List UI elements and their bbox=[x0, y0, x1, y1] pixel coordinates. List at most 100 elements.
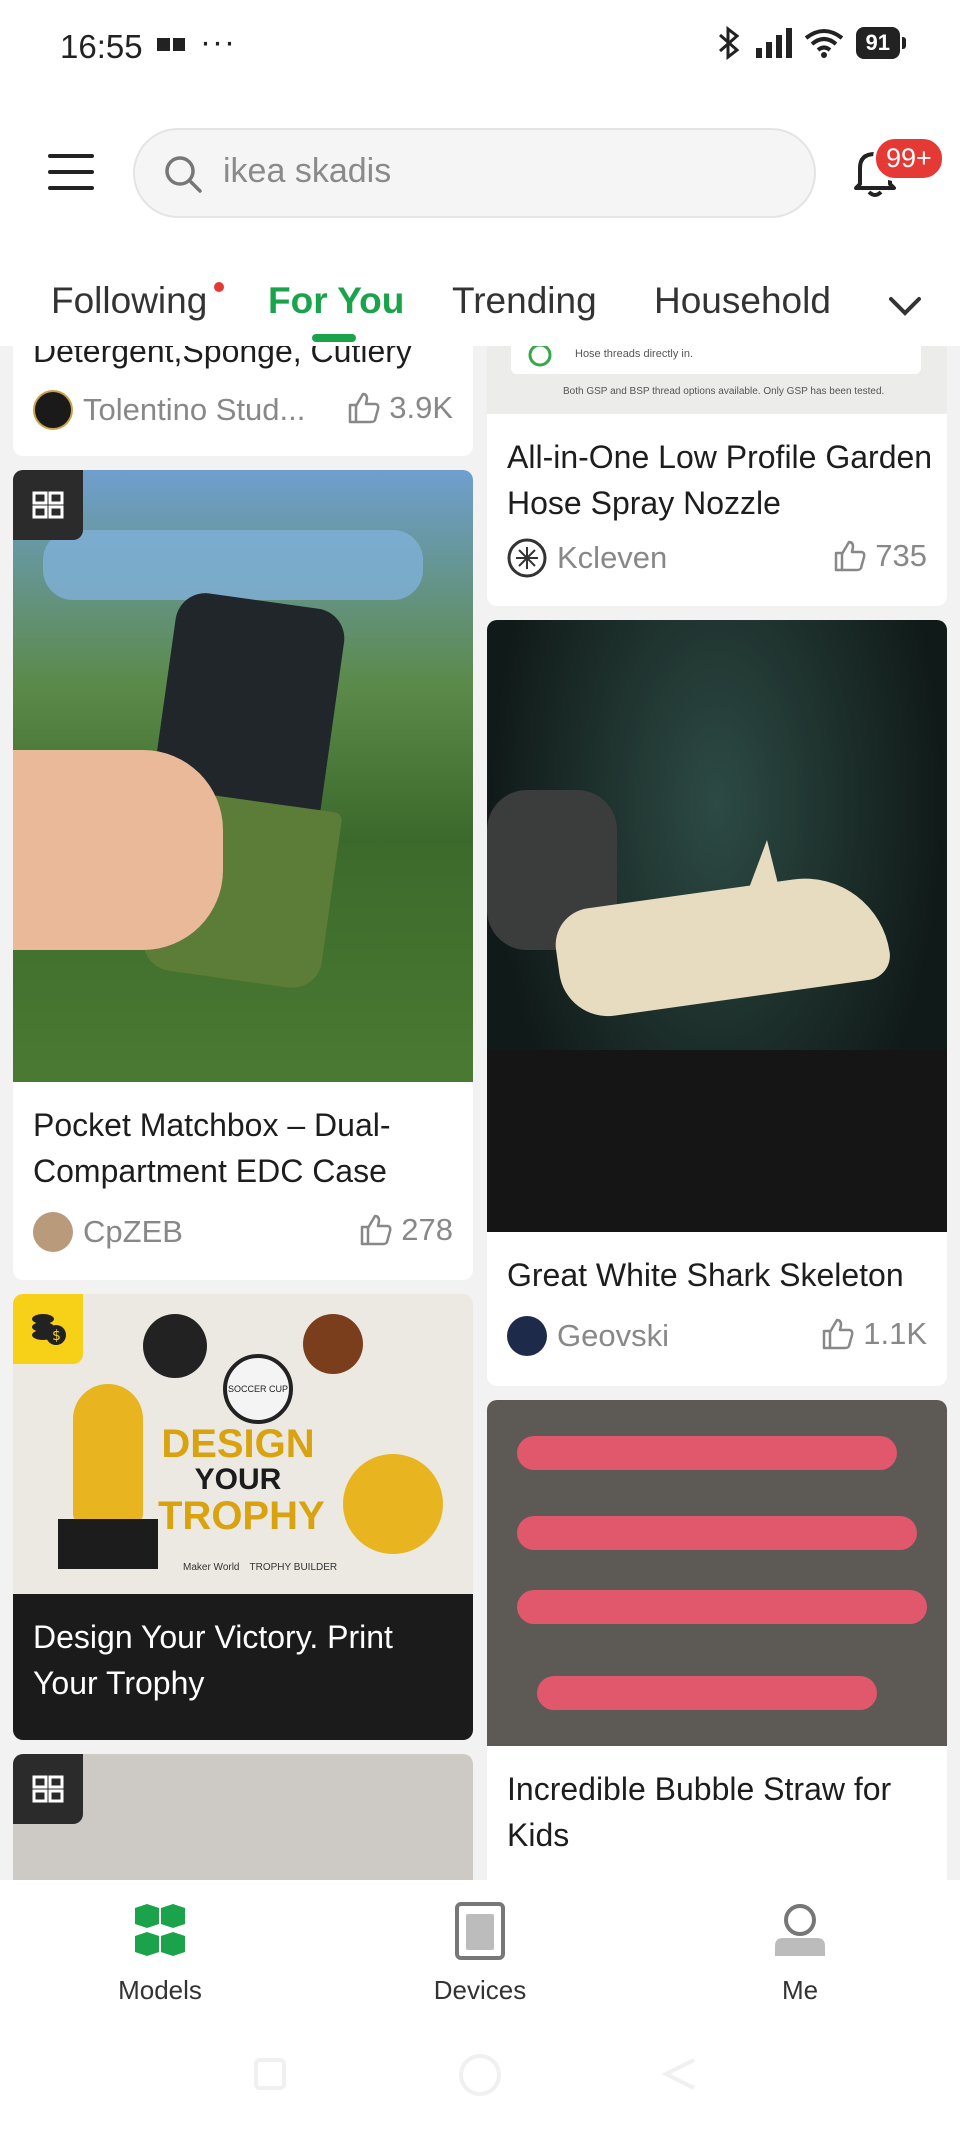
card-title: Design Your Victory. Print Your Trophy bbox=[33, 1619, 393, 1701]
avatar bbox=[33, 390, 73, 430]
card-pocket-matchbox[interactable]: Pocket Matchbox – Dual-Compartment EDC C… bbox=[13, 470, 473, 1280]
back-icon[interactable] bbox=[660, 2054, 700, 2094]
card-image: Hose threads directly in. Both GSP and B… bbox=[487, 346, 947, 414]
svg-text:$: $ bbox=[52, 1328, 61, 1344]
check-circle-icon bbox=[528, 346, 552, 367]
card-image bbox=[487, 620, 947, 1232]
model-badge bbox=[13, 470, 83, 540]
notification-badge: 99+ bbox=[873, 136, 945, 181]
thumbs-up-icon bbox=[822, 1318, 854, 1350]
printer-device-icon bbox=[455, 1902, 505, 1960]
like-button[interactable]: 1.1K bbox=[821, 1316, 927, 1352]
brand-text: Maker World bbox=[183, 1562, 240, 1573]
like-button[interactable]: 278 bbox=[359, 1212, 453, 1248]
nav-devices[interactable]: Devices bbox=[380, 1900, 580, 2006]
author-name: Geovski bbox=[557, 1318, 669, 1353]
medal-shape-2 bbox=[303, 1314, 363, 1374]
image-caption: Hose threads directly in. bbox=[575, 348, 693, 360]
card-title: All-in-One Low Profile Garden Hose Spray… bbox=[507, 439, 933, 521]
lake-shape bbox=[43, 530, 423, 600]
search-input[interactable]: ikea skadis bbox=[223, 152, 391, 191]
card-bubble-straw[interactable]: Incredible Bubble Straw for Kids bbox=[487, 1400, 947, 1880]
nav-label: Models bbox=[118, 1975, 202, 2005]
hand-shape bbox=[13, 750, 223, 950]
cube-grid-icon bbox=[32, 491, 64, 519]
card-partial-left[interactable]: Detergent,Sponge, Cutlery Tolentino Stud… bbox=[13, 346, 473, 456]
search-icon bbox=[165, 156, 202, 193]
headline-line: DESIGN bbox=[161, 1422, 315, 1466]
tab-household[interactable]: Household bbox=[654, 280, 831, 322]
active-tab-indicator bbox=[312, 334, 356, 342]
card-author[interactable]: CpZEB bbox=[33, 1212, 183, 1252]
models-icon bbox=[135, 1904, 185, 1956]
status-bar: 16:55 ··· 91 bbox=[0, 0, 960, 96]
card-title: Incredible Bubble Straw for Kids bbox=[507, 1771, 892, 1853]
gold-medal-shape bbox=[343, 1454, 443, 1554]
straw-shape bbox=[517, 1516, 917, 1550]
avatar bbox=[507, 538, 547, 578]
bluetooth-icon bbox=[718, 26, 739, 60]
more-notifications-icon: ··· bbox=[200, 23, 236, 60]
card-image bbox=[487, 1400, 947, 1746]
author-name: Kcleven bbox=[557, 540, 668, 575]
recent-apps-icon[interactable] bbox=[250, 2054, 290, 2094]
like-count: 3.9K bbox=[389, 390, 453, 425]
straw-shape bbox=[537, 1676, 877, 1710]
like-count: 735 bbox=[875, 538, 927, 573]
thumbs-up-icon bbox=[361, 1214, 392, 1246]
card-author[interactable]: Tolentino Stud... bbox=[33, 390, 305, 430]
image-caption-2: Both GSP and BSP thread options availabl… bbox=[563, 386, 885, 397]
feed[interactable]: Detergent,Sponge, Cutlery Tolentino Stud… bbox=[0, 346, 960, 1880]
avatar bbox=[33, 1212, 73, 1252]
like-count: 278 bbox=[401, 1212, 453, 1247]
card-author[interactable]: Geovski bbox=[507, 1316, 669, 1356]
system-navigation-bar bbox=[0, 2014, 960, 2134]
medal-shape bbox=[143, 1314, 207, 1378]
card-design-trophy[interactable]: SOCCER CUP DESIGN YOUR TROPHY Maker Worl… bbox=[13, 1294, 473, 1740]
trophy-shape bbox=[73, 1384, 143, 1524]
nav-label: Devices bbox=[433, 1975, 527, 2005]
nav-me[interactable]: Me bbox=[700, 1900, 900, 2006]
card-title: Detergent,Sponge, Cutlery bbox=[33, 346, 412, 369]
author-name: Tolentino Stud... bbox=[83, 392, 306, 427]
brand-text: TROPHY BUILDER bbox=[249, 1562, 338, 1573]
menu-icon bbox=[48, 154, 94, 158]
wifi-icon bbox=[804, 29, 843, 58]
trophy-base-shape bbox=[58, 1519, 158, 1569]
paid-badge: $ bbox=[13, 1294, 83, 1364]
like-count: 1.1K bbox=[863, 1316, 927, 1351]
fin-shape bbox=[737, 840, 787, 920]
medal-text: SOCCER CUP bbox=[223, 1354, 293, 1424]
search-bar[interactable]: ikea skadis bbox=[133, 128, 816, 218]
headline-line: YOUR bbox=[194, 1463, 282, 1496]
brand-logos: Maker World TROPHY BUILDER bbox=[183, 1562, 337, 1573]
image-panel bbox=[511, 346, 921, 374]
straw-shape bbox=[517, 1590, 927, 1624]
menu-button[interactable] bbox=[48, 154, 94, 194]
nav-models[interactable]: Models bbox=[60, 1900, 260, 2006]
app-header: ikea skadis 99+ Following For You Trendi… bbox=[0, 96, 960, 346]
card-garden-hose-nozzle[interactable]: Hose threads directly in. Both GSP and B… bbox=[487, 346, 947, 606]
author-name: CpZEB bbox=[83, 1214, 183, 1249]
like-button[interactable]: 735 bbox=[833, 538, 927, 574]
card-caption-area: Design Your Victory. Print Your Trophy bbox=[13, 1594, 473, 1740]
headline-line: TROPHY bbox=[158, 1494, 325, 1538]
straw-shape bbox=[517, 1436, 897, 1470]
model-badge bbox=[13, 1754, 83, 1824]
gravel-shape bbox=[487, 1050, 947, 1232]
menu-icon-line bbox=[48, 170, 94, 174]
trophy-headline: DESIGN YOUR TROPHY bbox=[158, 1422, 325, 1538]
tab-for-you[interactable]: For You bbox=[268, 280, 404, 322]
nav-label: Me bbox=[781, 1975, 819, 2005]
like-button[interactable]: 3.9K bbox=[347, 390, 453, 426]
home-icon[interactable] bbox=[455, 2050, 505, 2100]
card-shark-skeleton[interactable]: Great White Shark Skeleton Geovski 1.1K bbox=[487, 620, 947, 1386]
chevron-down-icon[interactable] bbox=[885, 286, 925, 326]
signal-icon bbox=[755, 28, 792, 58]
tab-following[interactable]: Following bbox=[51, 280, 207, 322]
card-author[interactable]: Kcleven bbox=[507, 538, 667, 578]
notification-icon bbox=[157, 38, 185, 51]
tab-trending[interactable]: Trending bbox=[452, 280, 597, 322]
card-partial-bottom[interactable] bbox=[13, 1754, 473, 1880]
avatar bbox=[507, 1316, 547, 1356]
